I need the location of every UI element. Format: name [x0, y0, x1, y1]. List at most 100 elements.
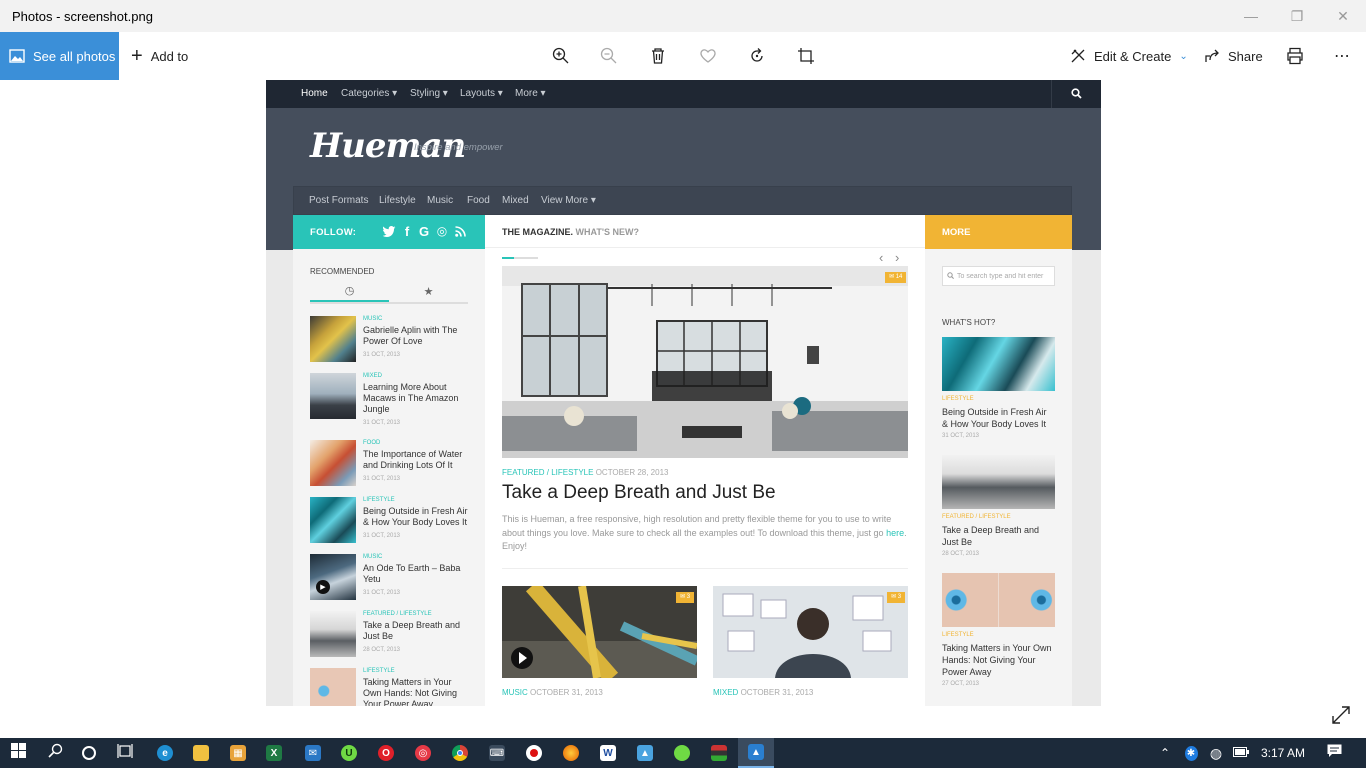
nav-home[interactable]: Home	[301, 88, 328, 99]
list-item[interactable]: MUSIC Gabrielle Aplin with The Power Of …	[310, 316, 470, 364]
taskbar-app-chrome[interactable]	[442, 738, 478, 768]
rotate-button[interactable]	[748, 32, 766, 80]
comment-count-badge[interactable]: ✉ 3	[676, 592, 695, 603]
close-button[interactable]: ✕	[1320, 0, 1366, 32]
cortana-button[interactable]	[71, 738, 107, 768]
item-title[interactable]: Taking Matters in Your Own Hands: Not Gi…	[363, 677, 468, 706]
show-hidden-icons-button[interactable]: ⌃	[1150, 738, 1180, 768]
chevron-left-icon[interactable]: ‹	[879, 250, 883, 265]
add-to-button[interactable]: + Add to	[131, 32, 188, 80]
taskbar-app-store[interactable]: ▦	[220, 738, 256, 768]
zoom-out-button[interactable]	[600, 32, 618, 80]
taskbar-app-mail[interactable]: ✉	[295, 738, 331, 768]
favorite-button[interactable]	[699, 32, 717, 80]
nav-layouts[interactable]: Layouts ▾	[460, 88, 503, 99]
item-category[interactable]: MUSIC	[363, 316, 382, 322]
taskbar-app-target[interactable]: ◎	[405, 738, 441, 768]
taskbar-app-keyboard[interactable]: ⌨	[479, 738, 515, 768]
subnav-view-more[interactable]: View More ▾	[541, 195, 596, 206]
minimize-button[interactable]: ―	[1228, 0, 1274, 32]
share-button[interactable]: Share	[1204, 32, 1263, 80]
dribbble-icon[interactable]: ◎	[435, 224, 449, 238]
task-view-button[interactable]	[107, 738, 143, 768]
site-search-button[interactable]	[1051, 80, 1101, 108]
list-item[interactable]: MIXED Learning More About Macaws in The …	[310, 373, 470, 426]
item-title[interactable]: Being Outside in Fresh Air & How Your Bo…	[942, 406, 1055, 430]
google-icon[interactable]: G	[417, 224, 431, 239]
list-item[interactable]: ▶ MUSIC An Ode To Earth – Baba Yetu 31 O…	[310, 554, 470, 602]
nav-styling[interactable]: Styling ▾	[410, 88, 448, 99]
post-title[interactable]: Take a Deep Breath and Just Be	[502, 482, 776, 504]
comment-count-badge[interactable]: ✉ 14	[885, 272, 907, 283]
featured-image[interactable]: ✉ 14	[502, 266, 908, 458]
see-all-photos-button[interactable]: See all photos	[0, 32, 119, 80]
print-button[interactable]	[1286, 32, 1304, 80]
item-category[interactable]: FOOD	[363, 440, 380, 446]
item-category[interactable]: FEATURED / LIFESTYLE	[942, 514, 1011, 520]
tab-popular[interactable]: ★	[389, 280, 468, 302]
taskbar-app-word[interactable]: W	[590, 738, 626, 768]
subnav-music[interactable]: Music	[427, 195, 453, 206]
nav-categories[interactable]: Categories ▾	[341, 88, 397, 99]
rss-icon[interactable]	[453, 224, 467, 238]
taskbar-search-button[interactable]	[37, 738, 73, 768]
chevron-right-icon[interactable]: ›	[895, 250, 899, 265]
item-title[interactable]: The Importance of Water and Drinking Lot…	[363, 449, 468, 471]
item-category[interactable]: LIFESTYLE	[942, 632, 974, 638]
more-options-button[interactable]: ⋯	[1334, 32, 1351, 80]
item-category[interactable]: FEATURED / LIFESTYLE	[363, 611, 432, 617]
subnav-lifestyle[interactable]: Lifestyle	[379, 195, 416, 206]
item-title[interactable]: Gabrielle Aplin with The Power Of Love	[363, 325, 468, 347]
taskbar-app-opera[interactable]: O	[368, 738, 404, 768]
battery-tray[interactable]	[1228, 738, 1254, 768]
item-title[interactable]: Take a Deep Breath and Just Be	[363, 620, 468, 642]
item-category[interactable]: LIFESTYLE	[363, 668, 395, 674]
taskbar-app-upwork[interactable]: U	[331, 738, 367, 768]
item-title[interactable]: An Ode To Earth – Baba Yetu	[363, 563, 468, 585]
item-category[interactable]: MUSIC	[363, 554, 382, 560]
taskbar-app-excel[interactable]: X	[256, 738, 292, 768]
zoom-in-button[interactable]	[552, 32, 570, 80]
item-title[interactable]: Being Outside in Fresh Air & How Your Bo…	[363, 506, 468, 528]
taskbar-app-upwork-tracker[interactable]	[664, 738, 700, 768]
item-title[interactable]: Taking Matters in Your Own Hands: Not Gi…	[942, 642, 1055, 678]
taskbar-clock[interactable]: 3:17 AM	[1261, 746, 1305, 760]
subnav-mixed[interactable]: Mixed	[502, 195, 529, 206]
taskbar-app-firefox[interactable]	[553, 738, 589, 768]
action-center-button[interactable]	[1316, 738, 1352, 768]
post-card-music[interactable]: ✉ 3	[502, 580, 700, 684]
taskbar-app-file-explorer[interactable]	[183, 738, 219, 768]
start-button[interactable]	[0, 738, 36, 768]
tab-recent[interactable]: ◷	[310, 280, 389, 302]
subnav-post-formats[interactable]: Post Formats	[309, 195, 368, 206]
comment-count-badge[interactable]: ✉ 3	[887, 592, 906, 603]
item-category[interactable]: LIFESTYLE	[363, 497, 395, 503]
taskbar-app-photos[interactable]: ▲	[738, 738, 774, 768]
category-lifestyle[interactable]: LIFESTYLE	[551, 468, 593, 477]
post-card-mixed[interactable]: ✉ 3	[713, 586, 908, 678]
item-title[interactable]: Learning More About Macaws in The Amazon…	[363, 382, 468, 415]
taskbar-app-recorder[interactable]	[516, 738, 552, 768]
list-item[interactable]: LIFESTYLE Being Outside in Fresh Air & H…	[310, 497, 470, 545]
bluetooth-tray[interactable]: ✱	[1178, 738, 1204, 768]
fullscreen-button[interactable]	[1330, 704, 1354, 728]
download-link[interactable]: here	[886, 528, 904, 538]
category-featured[interactable]: FEATURED	[502, 468, 545, 477]
list-item[interactable]: LIFESTYLE Taking Matters in Your Own Han…	[310, 668, 470, 706]
crop-button[interactable]	[797, 32, 815, 80]
item-category[interactable]: LIFESTYLE	[942, 396, 974, 402]
card-category[interactable]: MIXED	[713, 688, 738, 697]
item-category[interactable]: MIXED	[363, 373, 382, 379]
nav-more[interactable]: More ▾	[515, 88, 546, 99]
list-item[interactable]: FEATURED / LIFESTYLE Take a Deep Breath …	[310, 611, 470, 659]
network-tray[interactable]: ◍	[1203, 738, 1229, 768]
restore-button[interactable]: ❐	[1274, 0, 1320, 32]
taskbar-app-archiver[interactable]	[701, 738, 737, 768]
twitter-icon[interactable]	[382, 224, 396, 238]
card-category[interactable]: MUSIC	[502, 688, 528, 697]
subnav-food[interactable]: Food	[467, 195, 490, 206]
taskbar-app-ssh[interactable]: ▲	[627, 738, 663, 768]
edit-create-button[interactable]: Edit & Create ⌄	[1070, 32, 1188, 80]
delete-button[interactable]	[650, 32, 666, 80]
taskbar-app-edge[interactable]: e	[147, 738, 183, 768]
